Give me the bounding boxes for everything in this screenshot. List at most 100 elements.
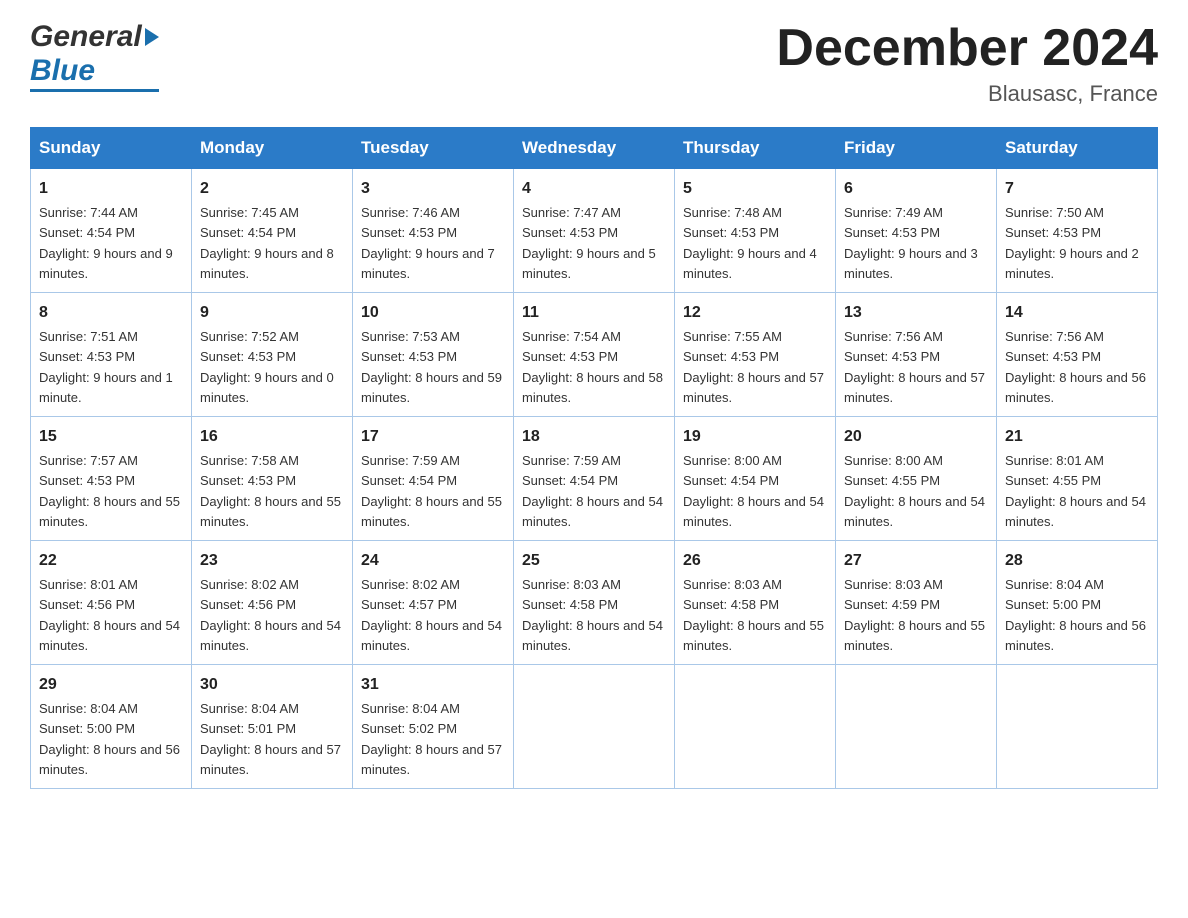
calendar-cell: 22Sunrise: 8:01 AMSunset: 4:56 PMDayligh… [31, 541, 192, 665]
day-number: 26 [683, 549, 827, 573]
calendar-table: SundayMondayTuesdayWednesdayThursdayFrid… [30, 127, 1158, 789]
calendar-cell: 4Sunrise: 7:47 AMSunset: 4:53 PMDaylight… [514, 169, 675, 293]
calendar-cell: 6Sunrise: 7:49 AMSunset: 4:53 PMDaylight… [836, 169, 997, 293]
day-number: 1 [39, 177, 183, 201]
day-info: Sunrise: 8:04 AMSunset: 5:02 PMDaylight:… [361, 701, 502, 777]
calendar-cell: 19 Sunrise: 8:00 AMSunset: 4:54 PMDayligh… [675, 417, 836, 541]
day-info: Sunrise: 7:53 AMSunset: 4:53 PMDaylight:… [361, 329, 502, 405]
calendar-cell: 15Sunrise: 7:57 AMSunset: 4:53 PMDayligh… [31, 417, 192, 541]
calendar-cell: 7 Sunrise: 7:50 AMSunset: 4:53 PMDaylight… [997, 169, 1158, 293]
day-number: 5 [683, 177, 827, 201]
calendar-cell: 18 Sunrise: 7:59 AMSunset: 4:54 PMDayligh… [514, 417, 675, 541]
calendar-cell: 29 Sunrise: 8:04 AMSunset: 5:00 PMDayligh… [31, 665, 192, 789]
calendar-cell: 16 Sunrise: 7:58 AMSunset: 4:53 PMDayligh… [192, 417, 353, 541]
day-info: Sunrise: 7:54 AMSunset: 4:53 PMDaylight:… [522, 329, 663, 405]
calendar-cell: 12 Sunrise: 7:55 AMSunset: 4:53 PMDayligh… [675, 293, 836, 417]
day-info: Sunrise: 7:59 AMSunset: 4:54 PMDaylight:… [522, 453, 663, 529]
calendar-week-row: 1 Sunrise: 7:44 AMSunset: 4:54 PMDaylight… [31, 169, 1158, 293]
day-number: 14 [1005, 301, 1149, 325]
day-info: Sunrise: 8:00 AMSunset: 4:54 PMDaylight:… [683, 453, 824, 529]
title-section: December 2024 Blausasc, France [776, 20, 1158, 107]
calendar-cell: 1 Sunrise: 7:44 AMSunset: 4:54 PMDaylight… [31, 169, 192, 293]
day-info: Sunrise: 7:56 AMSunset: 4:53 PMDaylight:… [844, 329, 985, 405]
calendar-cell: 2Sunrise: 7:45 AMSunset: 4:54 PMDaylight… [192, 169, 353, 293]
calendar-cell: 14 Sunrise: 7:56 AMSunset: 4:53 PMDayligh… [997, 293, 1158, 417]
day-info: Sunrise: 7:47 AMSunset: 4:53 PMDaylight:… [522, 205, 656, 281]
calendar-header-row: SundayMondayTuesdayWednesdayThursdayFrid… [31, 128, 1158, 169]
calendar-header-tuesday: Tuesday [353, 128, 514, 169]
calendar-header-thursday: Thursday [675, 128, 836, 169]
day-info: Sunrise: 7:50 AMSunset: 4:53 PMDaylight:… [1005, 205, 1139, 281]
day-number: 6 [844, 177, 988, 201]
calendar-week-row: 8Sunrise: 7:51 AMSunset: 4:53 PMDaylight… [31, 293, 1158, 417]
day-info: Sunrise: 8:02 AMSunset: 4:56 PMDaylight:… [200, 577, 341, 653]
calendar-cell: 26Sunrise: 8:03 AMSunset: 4:58 PMDayligh… [675, 541, 836, 665]
day-info: Sunrise: 7:52 AMSunset: 4:53 PMDaylight:… [200, 329, 334, 405]
day-number: 31 [361, 673, 505, 697]
calendar-header-monday: Monday [192, 128, 353, 169]
calendar-cell: 9 Sunrise: 7:52 AMSunset: 4:53 PMDaylight… [192, 293, 353, 417]
calendar-header-saturday: Saturday [997, 128, 1158, 169]
calendar-cell: 31 Sunrise: 8:04 AMSunset: 5:02 PMDayligh… [353, 665, 514, 789]
day-number: 21 [1005, 425, 1149, 449]
day-number: 9 [200, 301, 344, 325]
day-number: 27 [844, 549, 988, 573]
logo-underline [30, 89, 159, 92]
calendar-cell: 21 Sunrise: 8:01 AMSunset: 4:55 PMDayligh… [997, 417, 1158, 541]
day-number: 19 [683, 425, 827, 449]
calendar-cell: 27 Sunrise: 8:03 AMSunset: 4:59 PMDayligh… [836, 541, 997, 665]
calendar-cell [997, 665, 1158, 789]
day-info: Sunrise: 8:02 AMSunset: 4:57 PMDaylight:… [361, 577, 502, 653]
calendar-cell: 30 Sunrise: 8:04 AMSunset: 5:01 PMDayligh… [192, 665, 353, 789]
calendar-cell: 23Sunrise: 8:02 AMSunset: 4:56 PMDayligh… [192, 541, 353, 665]
day-number: 8 [39, 301, 183, 325]
day-number: 13 [844, 301, 988, 325]
calendar-cell [675, 665, 836, 789]
day-info: Sunrise: 8:01 AMSunset: 4:55 PMDaylight:… [1005, 453, 1146, 529]
calendar-cell [836, 665, 997, 789]
day-info: Sunrise: 8:04 AMSunset: 5:00 PMDaylight:… [39, 701, 180, 777]
calendar-cell: 5 Sunrise: 7:48 AMSunset: 4:53 PMDaylight… [675, 169, 836, 293]
calendar-cell: 25Sunrise: 8:03 AMSunset: 4:58 PMDayligh… [514, 541, 675, 665]
subtitle: Blausasc, France [776, 81, 1158, 107]
logo-arrow-icon [145, 28, 159, 46]
day-info: Sunrise: 8:00 AMSunset: 4:55 PMDaylight:… [844, 453, 985, 529]
logo-general-text: General [30, 20, 142, 54]
calendar-cell [514, 665, 675, 789]
calendar-header-friday: Friday [836, 128, 997, 169]
day-number: 22 [39, 549, 183, 573]
day-info: Sunrise: 7:57 AMSunset: 4:53 PMDaylight:… [39, 453, 180, 529]
day-number: 11 [522, 301, 666, 325]
day-info: Sunrise: 7:58 AMSunset: 4:53 PMDaylight:… [200, 453, 341, 529]
calendar-cell: 28 Sunrise: 8:04 AMSunset: 5:00 PMDayligh… [997, 541, 1158, 665]
calendar-cell: 20Sunrise: 8:00 AMSunset: 4:55 PMDayligh… [836, 417, 997, 541]
day-info: Sunrise: 7:46 AMSunset: 4:53 PMDaylight:… [361, 205, 495, 281]
calendar-header-sunday: Sunday [31, 128, 192, 169]
day-number: 12 [683, 301, 827, 325]
day-number: 17 [361, 425, 505, 449]
day-number: 29 [39, 673, 183, 697]
day-number: 24 [361, 549, 505, 573]
day-info: Sunrise: 7:59 AMSunset: 4:54 PMDaylight:… [361, 453, 502, 529]
calendar-cell: 11 Sunrise: 7:54 AMSunset: 4:53 PMDayligh… [514, 293, 675, 417]
day-number: 18 [522, 425, 666, 449]
day-number: 3 [361, 177, 505, 201]
calendar-cell: 10Sunrise: 7:53 AMSunset: 4:53 PMDayligh… [353, 293, 514, 417]
main-title: December 2024 [776, 20, 1158, 77]
day-info: Sunrise: 7:56 AMSunset: 4:53 PMDaylight:… [1005, 329, 1146, 405]
day-info: Sunrise: 8:03 AMSunset: 4:58 PMDaylight:… [522, 577, 663, 653]
calendar-cell: 8Sunrise: 7:51 AMSunset: 4:53 PMDaylight… [31, 293, 192, 417]
day-number: 28 [1005, 549, 1149, 573]
day-info: Sunrise: 7:48 AMSunset: 4:53 PMDaylight:… [683, 205, 817, 281]
logo-blue-text: Blue [30, 54, 95, 87]
calendar-header-wednesday: Wednesday [514, 128, 675, 169]
day-info: Sunrise: 8:04 AMSunset: 5:01 PMDaylight:… [200, 701, 341, 777]
day-info: Sunrise: 7:55 AMSunset: 4:53 PMDaylight:… [683, 329, 824, 405]
day-info: Sunrise: 8:03 AMSunset: 4:59 PMDaylight:… [844, 577, 985, 653]
day-info: Sunrise: 8:04 AMSunset: 5:00 PMDaylight:… [1005, 577, 1146, 653]
day-number: 30 [200, 673, 344, 697]
day-number: 7 [1005, 177, 1149, 201]
day-info: Sunrise: 7:45 AMSunset: 4:54 PMDaylight:… [200, 205, 334, 281]
day-info: Sunrise: 7:44 AMSunset: 4:54 PMDaylight:… [39, 205, 173, 281]
day-number: 16 [200, 425, 344, 449]
